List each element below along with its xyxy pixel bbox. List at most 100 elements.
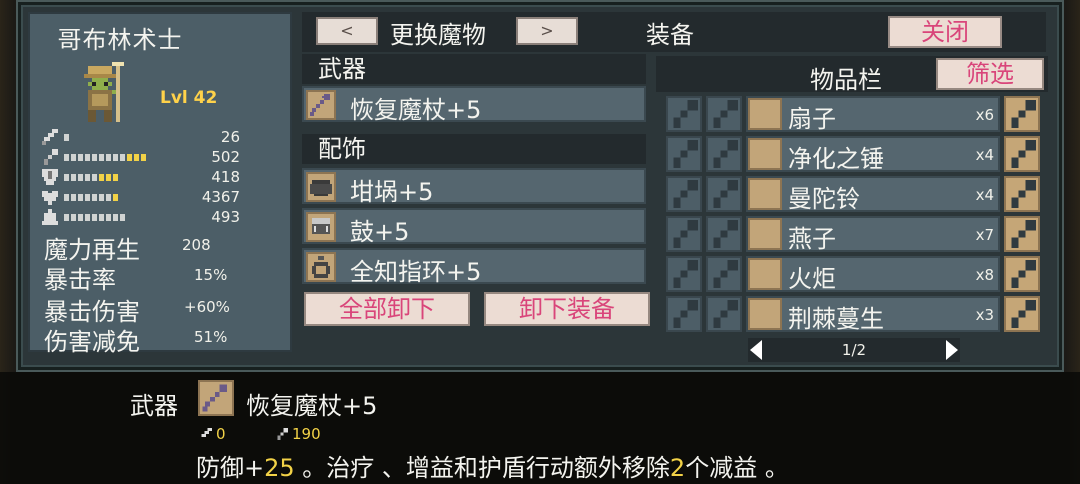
character-panel: 哥布林术士 Lvl 42 26 502 418 4367 493 魔力再生 20… — [28, 12, 292, 356]
stat-bars — [64, 194, 118, 201]
stat-row-magic: 502 — [42, 148, 288, 166]
item-name: 燕子 — [788, 225, 836, 253]
staff-icon — [44, 149, 58, 165]
stat-value: 418 — [211, 168, 240, 186]
inventory-item[interactable]: 曼陀铃 x4 — [746, 176, 1000, 213]
stat-value: 26 — [220, 128, 240, 146]
attribute-label: 伤害减免 — [44, 328, 140, 356]
inventory-slot[interactable] — [666, 216, 702, 252]
prev-monster-button[interactable]: < — [316, 17, 378, 45]
accessory-name: 坩埚+5 — [350, 178, 434, 206]
item-name: 净化之锤 — [788, 145, 884, 173]
item-quantity: x3 — [975, 306, 994, 324]
inventory-item[interactable]: 净化之锤 x4 — [746, 136, 1000, 173]
close-button[interactable]: 关闭 — [888, 16, 1002, 48]
item-quantity: x4 — [975, 146, 994, 164]
weapon-name: 恢复魔杖+5 — [350, 96, 482, 124]
item-quantity: x8 — [975, 266, 994, 284]
desc-text: 。治疗 、增益和护盾行动额外移除 — [294, 454, 670, 482]
item-quantity: x7 — [975, 226, 994, 244]
cauldron-icon — [306, 172, 336, 202]
inventory-slot[interactable] — [666, 296, 702, 332]
equipment-title: 装备 — [646, 21, 694, 49]
torch-icon — [748, 258, 782, 290]
desc-highlight: 25 — [264, 454, 295, 482]
tooltip-item-name: 恢复魔杖+5 — [246, 392, 378, 420]
item-name: 火炬 — [788, 265, 836, 293]
accessory-slot-1[interactable]: 坩埚+5 — [302, 168, 646, 206]
ring-icon — [306, 252, 336, 282]
accessory-slot-2[interactable]: 鼓+5 — [302, 208, 646, 246]
inventory-slot[interactable] — [706, 136, 742, 172]
next-page-arrow-icon[interactable] — [946, 340, 958, 360]
inventory-slot[interactable] — [666, 176, 702, 212]
staff-icon — [277, 428, 288, 440]
attribute-mana-regen: 魔力再生 208 — [44, 230, 290, 264]
stat-row-mana: 493 — [42, 208, 288, 226]
inventory-item[interactable]: 燕子 x7 — [746, 216, 1000, 253]
attribute-crit-damage: 暴击伤害 +60% — [44, 292, 290, 326]
tooltip-description: 防御+25 。治疗 、增益和护盾行动额外移除2个减益 。 — [196, 448, 789, 483]
desc-text: 个减益 。 — [685, 454, 789, 482]
shield-icon — [42, 169, 58, 185]
stat-value: 493 — [211, 208, 240, 226]
desc-highlight: 2 — [669, 454, 686, 482]
dagger-icon — [42, 129, 58, 145]
inventory-title: 物品栏 — [810, 66, 882, 94]
inventory-slot[interactable] — [666, 96, 702, 132]
attribute-damage-reduction: 伤害减免 51% — [44, 322, 290, 356]
filter-button[interactable]: 筛选 — [936, 58, 1044, 90]
inventory-slot[interactable] — [1004, 96, 1040, 132]
stat-bars — [64, 134, 69, 141]
inventory-item[interactable]: 火炬 x8 — [746, 256, 1000, 293]
stat-row-attack: 26 — [42, 128, 288, 146]
goblin-mage-sprite-icon — [72, 62, 132, 130]
inventory-slot[interactable] — [1004, 256, 1040, 292]
drum-icon — [306, 212, 336, 242]
item-name: 扇子 — [788, 105, 836, 133]
accessory-name: 全知指环+5 — [350, 258, 482, 286]
staff-icon — [198, 380, 234, 416]
inventory-slot[interactable] — [706, 96, 742, 132]
attribute-value: 208 — [182, 236, 211, 254]
inventory-item[interactable]: 荆棘蔓生 x3 — [746, 296, 1000, 333]
swallow-blade-icon — [748, 218, 782, 250]
inventory-slot[interactable] — [706, 176, 742, 212]
inventory-slot[interactable] — [1004, 136, 1040, 172]
stat-bars — [64, 154, 146, 161]
accessory-name: 鼓+5 — [350, 218, 410, 246]
inventory-item[interactable]: 扇子 x6 — [746, 96, 1000, 133]
inventory-slot[interactable] — [1004, 216, 1040, 252]
inventory-slot[interactable] — [706, 296, 742, 332]
tooltip-attack-value: 0 — [216, 425, 226, 443]
unequip-all-button[interactable]: 全部卸下 — [304, 292, 470, 326]
stat-bars — [64, 214, 125, 221]
weapon-slot[interactable]: 恢复魔杖+5 — [302, 86, 646, 124]
inventory-slot[interactable] — [706, 256, 742, 292]
inventory-slot[interactable] — [1004, 296, 1040, 332]
attribute-value: 15% — [194, 266, 228, 284]
inventory-slot[interactable] — [666, 256, 702, 292]
item-quantity: x4 — [975, 186, 994, 204]
character-level: Lvl 42 — [160, 88, 218, 108]
accessory-heading: 配饰 — [302, 134, 646, 164]
inventory-slot[interactable] — [706, 216, 742, 252]
inventory-slot[interactable] — [1004, 176, 1040, 212]
item-name: 荆棘蔓生 — [788, 305, 884, 333]
item-quantity: x6 — [975, 106, 994, 124]
accessory-slot-3[interactable]: 全知指环+5 — [302, 248, 646, 286]
stat-bars — [64, 174, 118, 181]
stat-row-defense: 418 — [42, 168, 288, 186]
next-monster-button[interactable]: > — [516, 17, 578, 45]
stat-value: 502 — [211, 148, 240, 166]
thorn-vine-icon — [748, 298, 782, 330]
stat-row-health: 4367 — [42, 188, 288, 206]
attribute-value: 51% — [194, 328, 228, 346]
tooltip-category: 武器 — [130, 392, 178, 420]
unequip-button[interactable]: 卸下装备 — [484, 292, 650, 326]
fan-icon — [748, 98, 782, 130]
dagger-icon — [201, 428, 212, 437]
item-name: 曼陀铃 — [788, 185, 860, 213]
character-name: 哥布林术士 — [57, 26, 183, 54]
inventory-slot[interactable] — [666, 136, 702, 172]
